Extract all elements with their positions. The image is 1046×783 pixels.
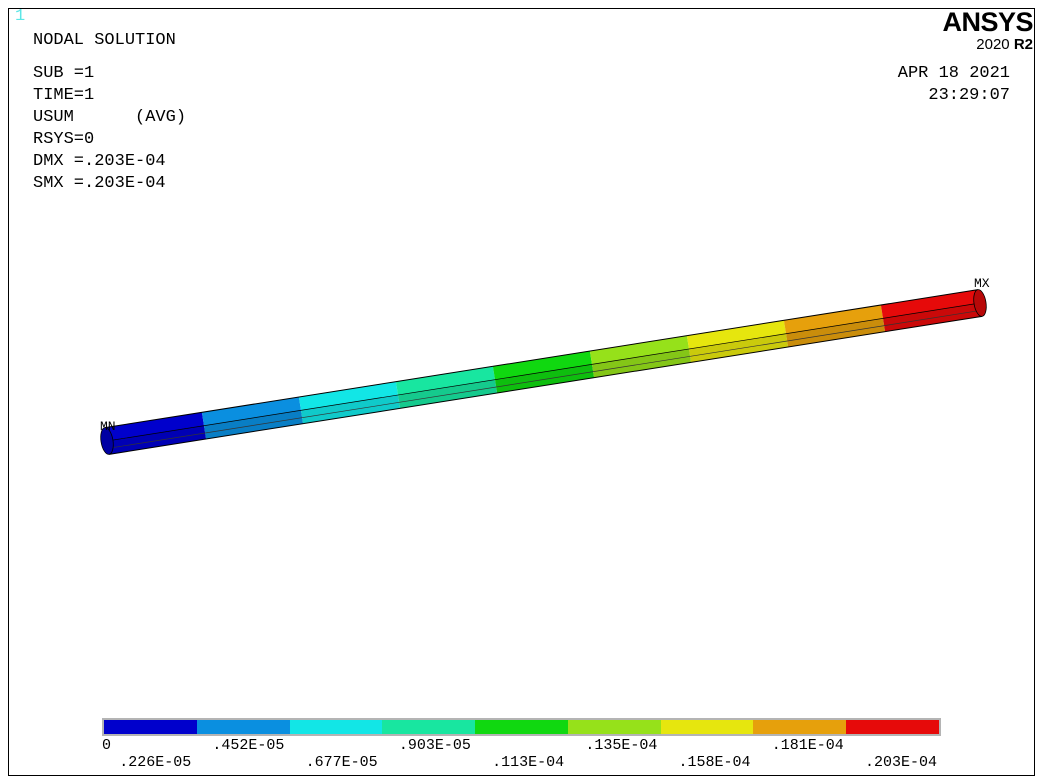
legend-tick-label: .677E-05 bbox=[305, 754, 378, 771]
legend-tick-label: .203E-04 bbox=[864, 754, 937, 771]
beam-edge-line bbox=[109, 315, 983, 455]
beam-edge-line bbox=[106, 302, 981, 442]
legend-band-6 bbox=[660, 720, 754, 734]
model-view[interactable] bbox=[0, 0, 1046, 783]
beam-model bbox=[100, 289, 987, 455]
legend-tick-label: 0 bbox=[102, 737, 112, 754]
beam-edge-line bbox=[108, 309, 982, 449]
legend-tick-label: .135E-04 bbox=[585, 737, 658, 754]
legend-tick-label: .226E-05 bbox=[119, 754, 192, 771]
legend-band-7 bbox=[753, 720, 847, 734]
min-marker-label: MN bbox=[100, 419, 116, 434]
legend-band-8 bbox=[846, 720, 940, 734]
contour-legend-bar bbox=[102, 718, 941, 736]
legend-band-2 bbox=[289, 720, 383, 734]
legend-band-1 bbox=[196, 720, 290, 734]
beam-edge-line bbox=[104, 289, 978, 429]
legend-tick-label: .158E-04 bbox=[678, 754, 751, 771]
legend-band-0 bbox=[104, 720, 197, 734]
max-marker-label: MX bbox=[974, 276, 990, 291]
legend-band-3 bbox=[382, 720, 476, 734]
legend-tick-label: .903E-05 bbox=[398, 737, 471, 754]
legend-band-5 bbox=[567, 720, 661, 734]
legend-tick-label: .113E-04 bbox=[492, 754, 565, 771]
legend-tick-label: .181E-04 bbox=[771, 737, 844, 754]
legend-band-4 bbox=[475, 720, 568, 734]
legend-tick-label: .452E-05 bbox=[212, 737, 285, 754]
